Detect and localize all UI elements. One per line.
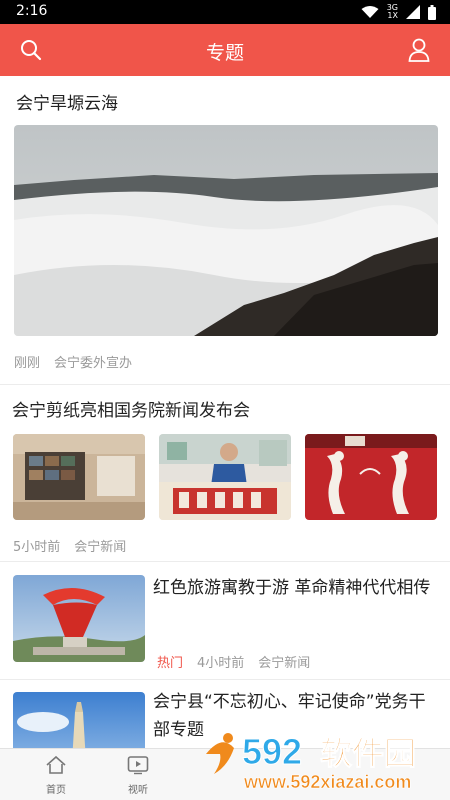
wifi-icon (361, 6, 379, 18)
video-icon (127, 756, 149, 775)
page-title: 专题 (205, 42, 244, 64)
network-subtype-label: 1X (387, 11, 398, 20)
list-item[interactable]: 会宁剪纸亮相国务院新闻发布会 5小时前 会宁新闻 (0, 385, 450, 560)
svg-text:www.592xiazai.com: www.592xiazai.com (243, 772, 411, 792)
tab-video[interactable]: 视听 (98, 755, 178, 796)
hot-tag: 热门 (157, 656, 184, 671)
article-time: 5小时前 (13, 540, 61, 555)
article-title[interactable]: 会宁剪纸亮相国务院新闻发布会 (12, 397, 250, 425)
article-time: 4小时前 (197, 656, 245, 671)
tab-video-label: 视听 (128, 785, 148, 796)
list-item[interactable]: 红色旅游寓教于游 革命精神代代相传 热门 4小时前 会宁新闻 (0, 562, 450, 678)
article-meta: 5小时前 会宁新闻 (13, 536, 126, 555)
list-item[interactable]: 会宁旱塬云海 刚刚 会宁委外宣办 (0, 76, 450, 384)
article-title[interactable]: 会宁旱塬云海 (16, 90, 118, 118)
tab-home[interactable]: 首页 (16, 755, 96, 796)
article-source: 会宁委外宣办 (54, 356, 133, 371)
home-icon (46, 755, 66, 774)
article-meta: 热门 4小时前 会宁新闻 (157, 652, 310, 671)
top-app-bar: 专题 (0, 24, 450, 76)
signal-icon (406, 5, 420, 19)
status-time: 2:16 (16, 3, 48, 19)
article-thumbnail[interactable] (13, 575, 145, 662)
status-icons: 3G 1X (361, 4, 436, 20)
network-label: 3G 1X (387, 4, 398, 20)
article-source: 会宁新闻 (74, 540, 127, 555)
article-meta: 刚刚 会宁委外宣办 (14, 352, 132, 371)
article-title-text[interactable]: 红色旅游寓教于游 革命精神代代相传 (153, 574, 435, 602)
article-thumbnail-2[interactable] (159, 434, 291, 520)
article-thumbnail-3[interactable] (305, 434, 437, 520)
battery-icon (428, 4, 436, 20)
article-time: 刚刚 (14, 356, 41, 371)
tab-home-label: 首页 (46, 785, 66, 796)
article-cover-image[interactable] (14, 125, 438, 336)
feed: 会宁旱塬云海 刚刚 会宁委外宣办 会宁剪纸亮相国务院新闻发布会 5小时前 会宁新… (0, 76, 450, 748)
article-source: 会宁新闻 (258, 656, 311, 671)
status-bar: 2:16 3G 1X (0, 0, 450, 24)
user-button[interactable] (406, 37, 432, 63)
article-thumbnail-1[interactable] (13, 434, 145, 520)
user-icon (408, 38, 430, 62)
article-thumbnail[interactable] (13, 692, 145, 748)
article-title[interactable]: 会宁县“不忘初心、牢记使命”党务干部专题 (153, 688, 435, 744)
